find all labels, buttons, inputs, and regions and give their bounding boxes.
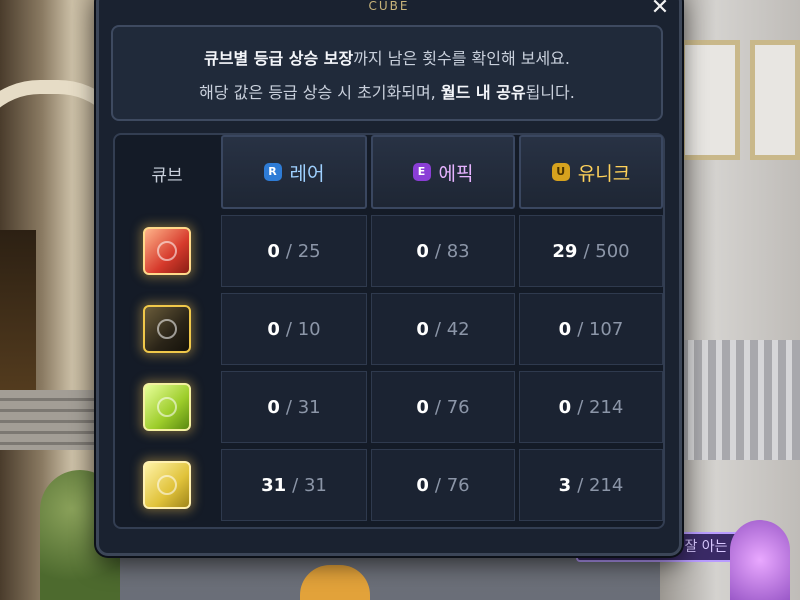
table-cell: 3/ 214 [519,449,663,521]
count-max: / 83 [434,240,470,262]
table-cell: 0/ 10 [221,293,367,365]
table-cell: 31/ 31 [221,449,367,521]
cube-table: 큐브 R 레어 E 에픽 U 유니크 0/ 25 0/ 83 29/ 500 0… [113,133,665,529]
count-current: 0 [267,318,280,340]
close-icon[interactable]: ✕ [647,0,673,21]
count-current: 0 [416,240,429,262]
count-max: / 107 [577,318,624,340]
cube-dialog: CUBE ✕ 큐브별 등급 상승 보장까지 남은 횟수를 확인해 보세요. 해당… [96,0,682,556]
left-steps [0,390,110,450]
notice-text-3: 됩니다. [525,83,575,102]
count-max: / 31 [292,474,327,496]
cube-icon-cell [115,447,219,523]
count-current: 0 [416,318,429,340]
cube-icon-cell [115,213,219,289]
notice-emphasis-2: 월드 내 공유 [440,83,526,102]
count-current: 3 [558,474,572,496]
count-max: / 31 [285,396,321,418]
unique-badge-icon: U [551,163,570,181]
cube-icon-cell [115,369,219,445]
count-max: / 76 [434,474,470,496]
table-row: 31/ 31 0/ 76 3/ 214 [115,447,663,523]
header-unique: U 유니크 [519,135,663,209]
table-cell: 0/ 76 [371,449,515,521]
count-max: / 214 [577,396,624,418]
npc-character[interactable] [730,520,790,600]
player-character[interactable] [300,565,370,600]
table-row: 0/ 10 0/ 42 0/ 107 [115,291,663,367]
green-cube-icon [143,383,191,431]
count-max: / 76 [434,396,470,418]
table-cell: 0/ 31 [221,371,367,443]
yellow-cube-icon [143,461,191,509]
table-row: 0/ 31 0/ 76 0/ 214 [115,369,663,445]
black-cube-icon [143,305,191,353]
table-cell: 29/ 500 [519,215,663,287]
count-max: / 500 [583,240,630,262]
table-cell: 0/ 76 [371,371,515,443]
header-epic: E 에픽 [371,135,515,209]
header-rare-label: 레어 [289,162,325,185]
dialog-title: CUBE [368,0,410,13]
count-current: 0 [416,474,429,496]
cube-icon-cell [115,291,219,367]
header-epic-label: 에픽 [438,162,474,185]
count-current: 0 [558,396,572,418]
count-max: / 214 [577,474,624,496]
red-cube-icon [143,227,191,275]
count-current: 29 [552,240,578,262]
table-row: 0/ 25 0/ 83 29/ 500 [115,213,663,289]
count-current: 0 [416,396,429,418]
count-current: 0 [267,240,280,262]
table-header: 큐브 R 레어 E 에픽 U 유니크 [115,135,663,211]
table-cell: 0/ 83 [371,215,515,287]
count-current: 0 [558,318,572,340]
notice-emphasis-1: 큐브별 등급 상승 보장 [204,49,354,68]
table-cell: 0/ 25 [221,215,367,287]
right-window-2 [750,40,800,160]
count-max: / 42 [434,318,470,340]
epic-badge-icon: E [412,163,431,181]
count-max: / 10 [285,318,321,340]
count-current: 31 [261,474,287,496]
count-current: 0 [267,396,280,418]
table-cell: 0/ 107 [519,293,663,365]
header-rare: R 레어 [221,135,367,209]
notice-line-1: 큐브별 등급 상승 보장까지 남은 횟수를 확인해 보세요. [113,45,661,69]
header-cube: 큐브 [151,165,183,186]
table-cell: 0/ 214 [519,371,663,443]
notice-box: 큐브별 등급 상승 보장까지 남은 횟수를 확인해 보세요. 해당 값은 등급 … [111,25,663,121]
rare-badge-icon: R [263,163,282,181]
notice-text-1: 까지 남은 횟수를 확인해 보세요. [353,49,570,68]
notice-text-2: 해당 값은 등급 상승 시 초기화되며, [199,83,441,102]
count-max: / 25 [285,240,321,262]
right-window [680,40,740,160]
table-cell: 0/ 42 [371,293,515,365]
notice-line-2: 해당 값은 등급 상승 시 초기화되며, 월드 내 공유됩니다. [113,79,661,103]
header-unique-label: 유니크 [577,162,631,185]
